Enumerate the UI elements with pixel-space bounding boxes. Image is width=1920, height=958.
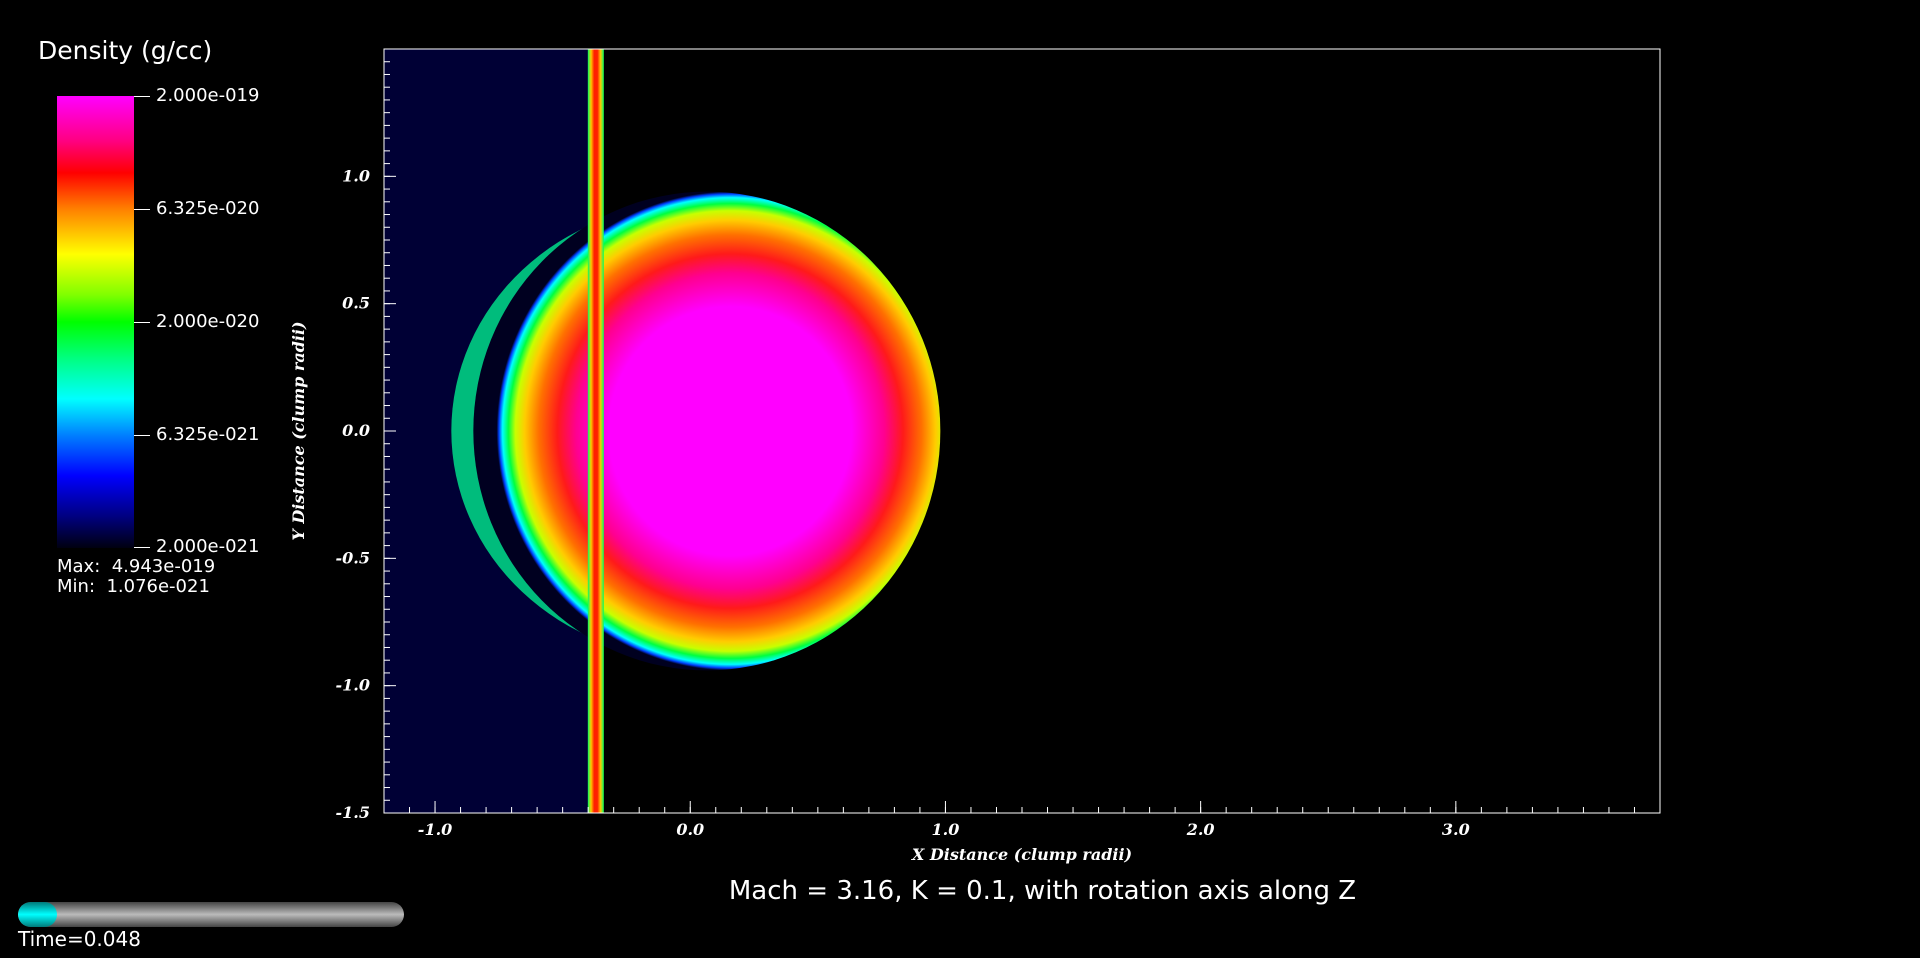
- shock-front-stripe: [587, 49, 604, 813]
- y-axis-label: Y Distance (clump radii): [289, 321, 308, 540]
- x-tick: 1.0: [932, 801, 960, 839]
- x-tick-label: 2.0: [1186, 820, 1215, 839]
- time-label: Time=0.048: [18, 927, 141, 951]
- x-tick-label: 3.0: [1442, 820, 1470, 839]
- y-tick-label: -1.0: [336, 676, 370, 695]
- x-tick: 2.0: [1186, 801, 1215, 839]
- y-tick-label: 0.5: [342, 294, 370, 313]
- y-tick-label: 0.0: [342, 421, 370, 440]
- time-slider-fill: [18, 902, 57, 927]
- clump-density-blob: [473, 191, 941, 671]
- x-tick-label: 0.0: [676, 820, 704, 839]
- x-tick-label: 1.0: [932, 820, 960, 839]
- x-tick-label: -1.0: [418, 820, 452, 839]
- y-tick-label: -1.5: [336, 803, 370, 822]
- y-tick-label: 1.0: [342, 166, 370, 185]
- x-tick: 0.0: [676, 801, 704, 839]
- y-tick-label: -0.5: [336, 548, 370, 567]
- x-axis-label: X Distance (clump radii): [911, 845, 1132, 864]
- x-tick: 3.0: [1442, 801, 1470, 839]
- density-plot: -1.0 0.0 1.0 2.0 3.0 1.0 0.5 0.0 -0.5 -1…: [289, 48, 1661, 864]
- time-slider[interactable]: [18, 902, 404, 927]
